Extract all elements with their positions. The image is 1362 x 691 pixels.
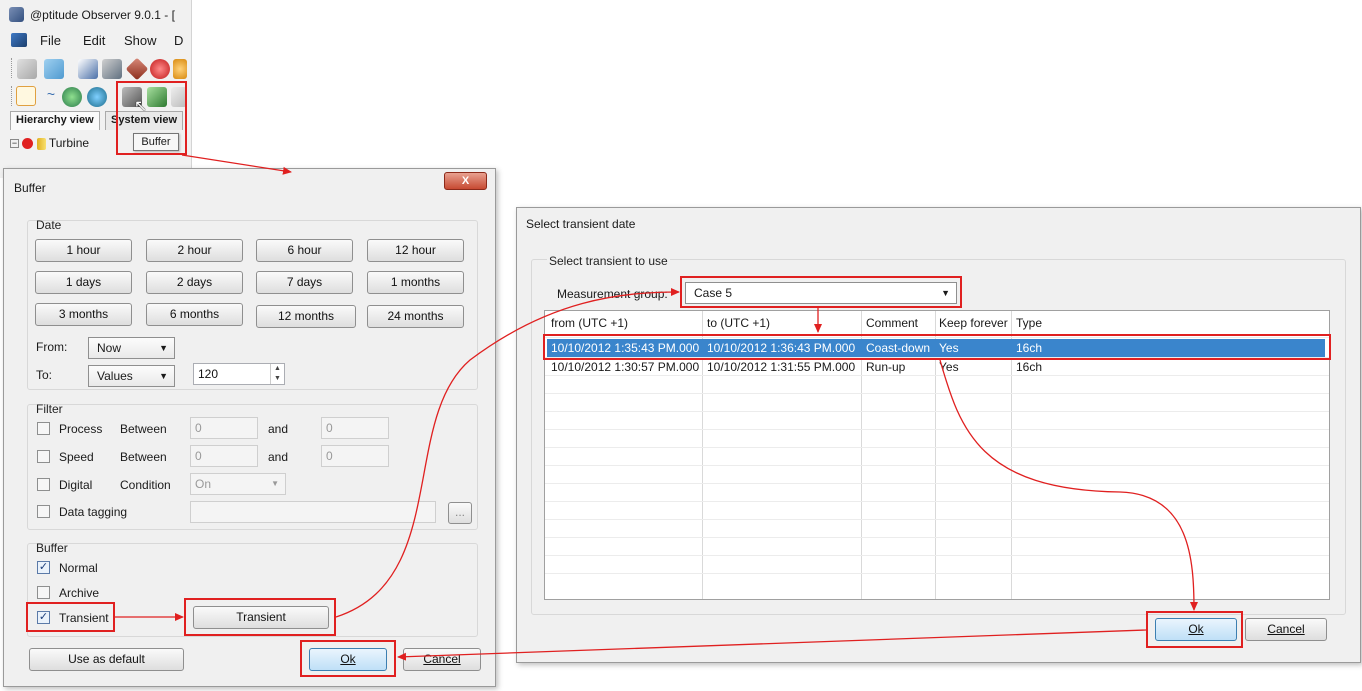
arrow-toolbar-to-buffer <box>181 154 292 175</box>
arrow-button-to-transient-dialog <box>335 288 680 618</box>
arrow-row-to-ok <box>939 359 1198 611</box>
arrow-ok-to-buffer-ok <box>397 629 1147 661</box>
annotation-arrows <box>115 154 1198 661</box>
